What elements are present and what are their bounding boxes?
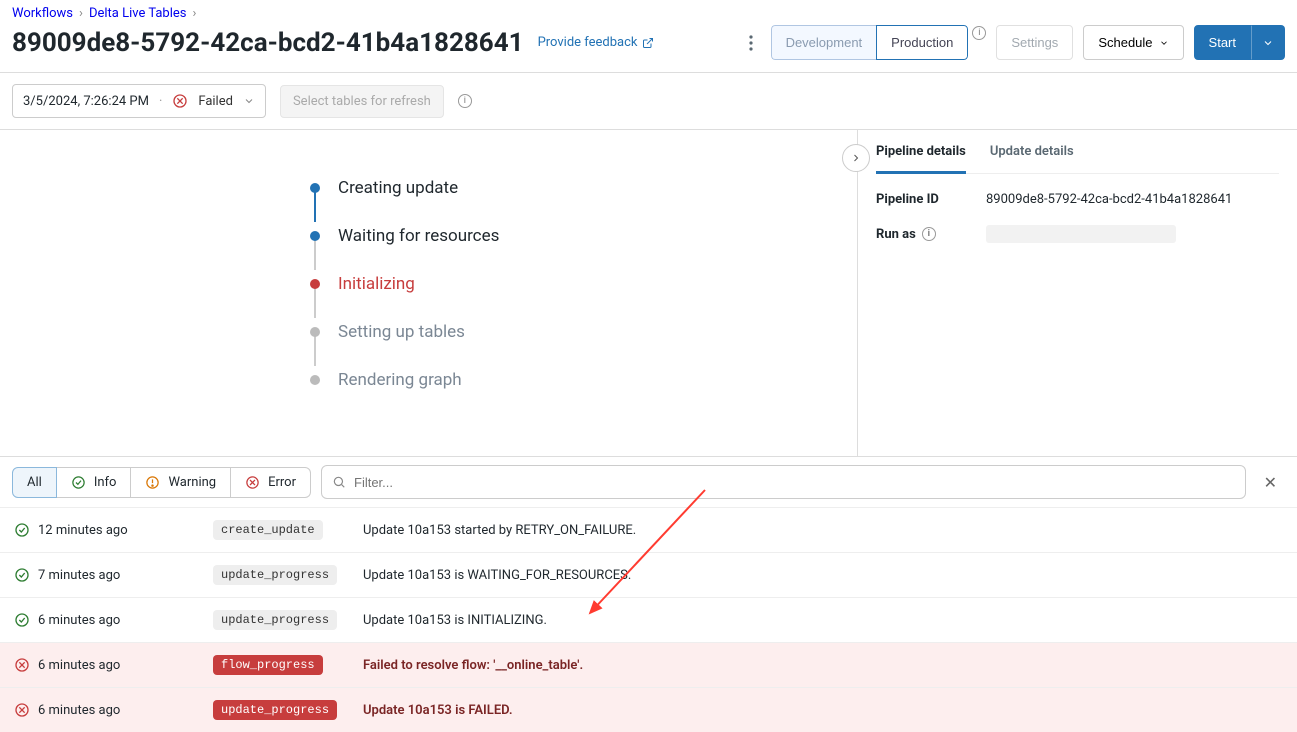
log-message: Update 10a153 is INITIALIZING. — [363, 613, 1283, 628]
pipeline-id-value: 89009de8-5792-42ca-bcd2-41b4a1828641 — [986, 192, 1232, 207]
log-filter-input-wrap — [321, 465, 1246, 499]
info-icon[interactable]: i — [922, 227, 936, 241]
log-row[interactable]: 12 minutes agocreate_update Update 10a153… — [0, 507, 1297, 552]
stage-label: Rendering graph — [338, 370, 462, 390]
log-time: 12 minutes ago — [38, 523, 213, 538]
close-icon[interactable]: ✕ — [1256, 469, 1285, 496]
log-time: 7 minutes ago — [38, 568, 213, 583]
log-row[interactable]: 6 minutes agoupdate_progress Update 10a15… — [0, 687, 1297, 732]
warning-icon — [145, 475, 160, 490]
chevron-right-icon: › — [193, 6, 197, 21]
stage-dot-icon — [310, 183, 320, 193]
breadcrumb: Workflows › Delta Live Tables › — [12, 6, 1285, 21]
stage-dot-icon — [310, 231, 320, 241]
details-tabs: Pipeline details Update details — [876, 130, 1279, 174]
pipeline-id-label: Pipeline ID — [876, 192, 986, 207]
stage-label: Waiting for resources — [338, 226, 499, 246]
tab-update-details[interactable]: Update details — [990, 130, 1074, 173]
page-title: 89009de8-5792-42ca-bcd2-41b4a1828641 — [12, 28, 524, 58]
run-selector-bar: 3/5/2024, 7:26:24 PM · Failed Select tab… — [0, 73, 1297, 130]
start-dropdown[interactable] — [1251, 25, 1285, 60]
chevron-right-icon — [850, 152, 862, 164]
log-time: 6 minutes ago — [38, 613, 213, 628]
log-time: 6 minutes ago — [38, 703, 213, 718]
external-link-icon — [642, 37, 654, 49]
log-rows: 12 minutes agocreate_update Update 10a153… — [0, 507, 1297, 732]
log-event-tag: create_update — [213, 520, 323, 540]
stage-label: Setting up tables — [338, 322, 465, 342]
log-row[interactable]: 7 minutes agoupdate_progress Update 10a15… — [0, 552, 1297, 597]
chevron-right-icon: › — [79, 6, 83, 21]
breadcrumb-dlt[interactable]: Delta Live Tables — [89, 6, 187, 21]
page-header: Workflows › Delta Live Tables › 89009de8… — [0, 0, 1297, 73]
stage-item: Rendering graph — [310, 356, 857, 404]
run-timestamp: 3/5/2024, 7:26:24 PM — [23, 94, 149, 109]
stage-area: Creating update Waiting for resources Init… — [0, 130, 857, 456]
kebab-menu-icon[interactable] — [741, 29, 761, 57]
log-message: Update 10a153 is WAITING_FOR_RESOURCES. — [363, 568, 1283, 583]
schedule-dropdown[interactable]: Schedule — [1083, 25, 1183, 60]
log-message: Failed to resolve flow: '__online_table'… — [363, 658, 1283, 673]
select-tables-button[interactable]: Select tables for refresh — [280, 85, 444, 118]
stage-item: Initializing — [310, 260, 857, 308]
production-toggle[interactable]: Production — [876, 25, 968, 60]
stage-dot-icon — [310, 279, 320, 289]
log-filter-error[interactable]: Error — [231, 467, 311, 498]
stage-label: Creating update — [338, 178, 458, 198]
check-circle-icon — [71, 475, 86, 490]
chevron-down-icon — [1159, 38, 1169, 48]
development-toggle[interactable]: Development — [771, 25, 877, 60]
error-icon — [14, 702, 38, 718]
log-message: Update 10a153 is FAILED. — [363, 703, 1283, 718]
log-filter-info[interactable]: Info — [57, 467, 132, 498]
log-row[interactable]: 6 minutes agoupdate_progress Update 10a15… — [0, 597, 1297, 642]
stage-dot-icon — [310, 375, 320, 385]
log-time: 6 minutes ago — [38, 658, 213, 673]
collapse-panel-button[interactable] — [842, 144, 870, 172]
stage-dot-icon — [310, 327, 320, 337]
stage-item: Creating update — [310, 164, 857, 212]
provide-feedback-link[interactable]: Provide feedback — [538, 35, 654, 50]
log-event-tag: update_progress — [213, 565, 337, 585]
log-event-tag: update_progress — [213, 700, 337, 720]
start-button[interactable]: Start — [1194, 25, 1251, 60]
run-as-value-redacted — [986, 225, 1176, 243]
search-icon — [332, 475, 346, 489]
settings-button[interactable]: Settings — [996, 25, 1073, 60]
log-event-tag: update_progress — [213, 610, 337, 630]
run-as-label: Run as i — [876, 227, 986, 242]
error-icon — [172, 93, 188, 109]
log-filter-warning[interactable]: Warning — [131, 467, 231, 498]
error-icon — [245, 475, 260, 490]
details-panel: Pipeline details Update details Pipeline… — [857, 130, 1297, 456]
tab-pipeline-details[interactable]: Pipeline details — [876, 130, 966, 174]
run-selector[interactable]: 3/5/2024, 7:26:24 PM · Failed — [12, 84, 266, 118]
check-circle-icon — [14, 612, 38, 628]
stage-label: Initializing — [338, 274, 415, 294]
stage-item: Waiting for resources — [310, 212, 857, 260]
chevron-down-icon — [1262, 37, 1274, 49]
mode-toggle: Development Production — [771, 25, 969, 60]
log-event-tag: flow_progress — [213, 655, 323, 675]
breadcrumb-workflows[interactable]: Workflows — [12, 6, 73, 21]
check-circle-icon — [14, 567, 38, 583]
main-content: Creating update Waiting for resources Init… — [0, 130, 1297, 457]
stage-item: Setting up tables — [310, 308, 857, 356]
log-filter-input[interactable] — [354, 475, 1235, 490]
log-row[interactable]: 6 minutes agoflow_progress Failed to reso… — [0, 642, 1297, 687]
info-icon[interactable]: i — [458, 94, 472, 108]
log-message: Update 10a153 started by RETRY_ON_FAILUR… — [363, 523, 1283, 538]
error-icon — [14, 657, 38, 673]
log-filter-bar: All Info Warning Error ✕ — [0, 457, 1297, 499]
info-icon[interactable]: i — [972, 26, 986, 40]
check-circle-icon — [14, 522, 38, 538]
log-filter-all[interactable]: All — [12, 467, 57, 498]
run-status: Failed — [198, 94, 233, 109]
chevron-down-icon — [243, 95, 255, 107]
